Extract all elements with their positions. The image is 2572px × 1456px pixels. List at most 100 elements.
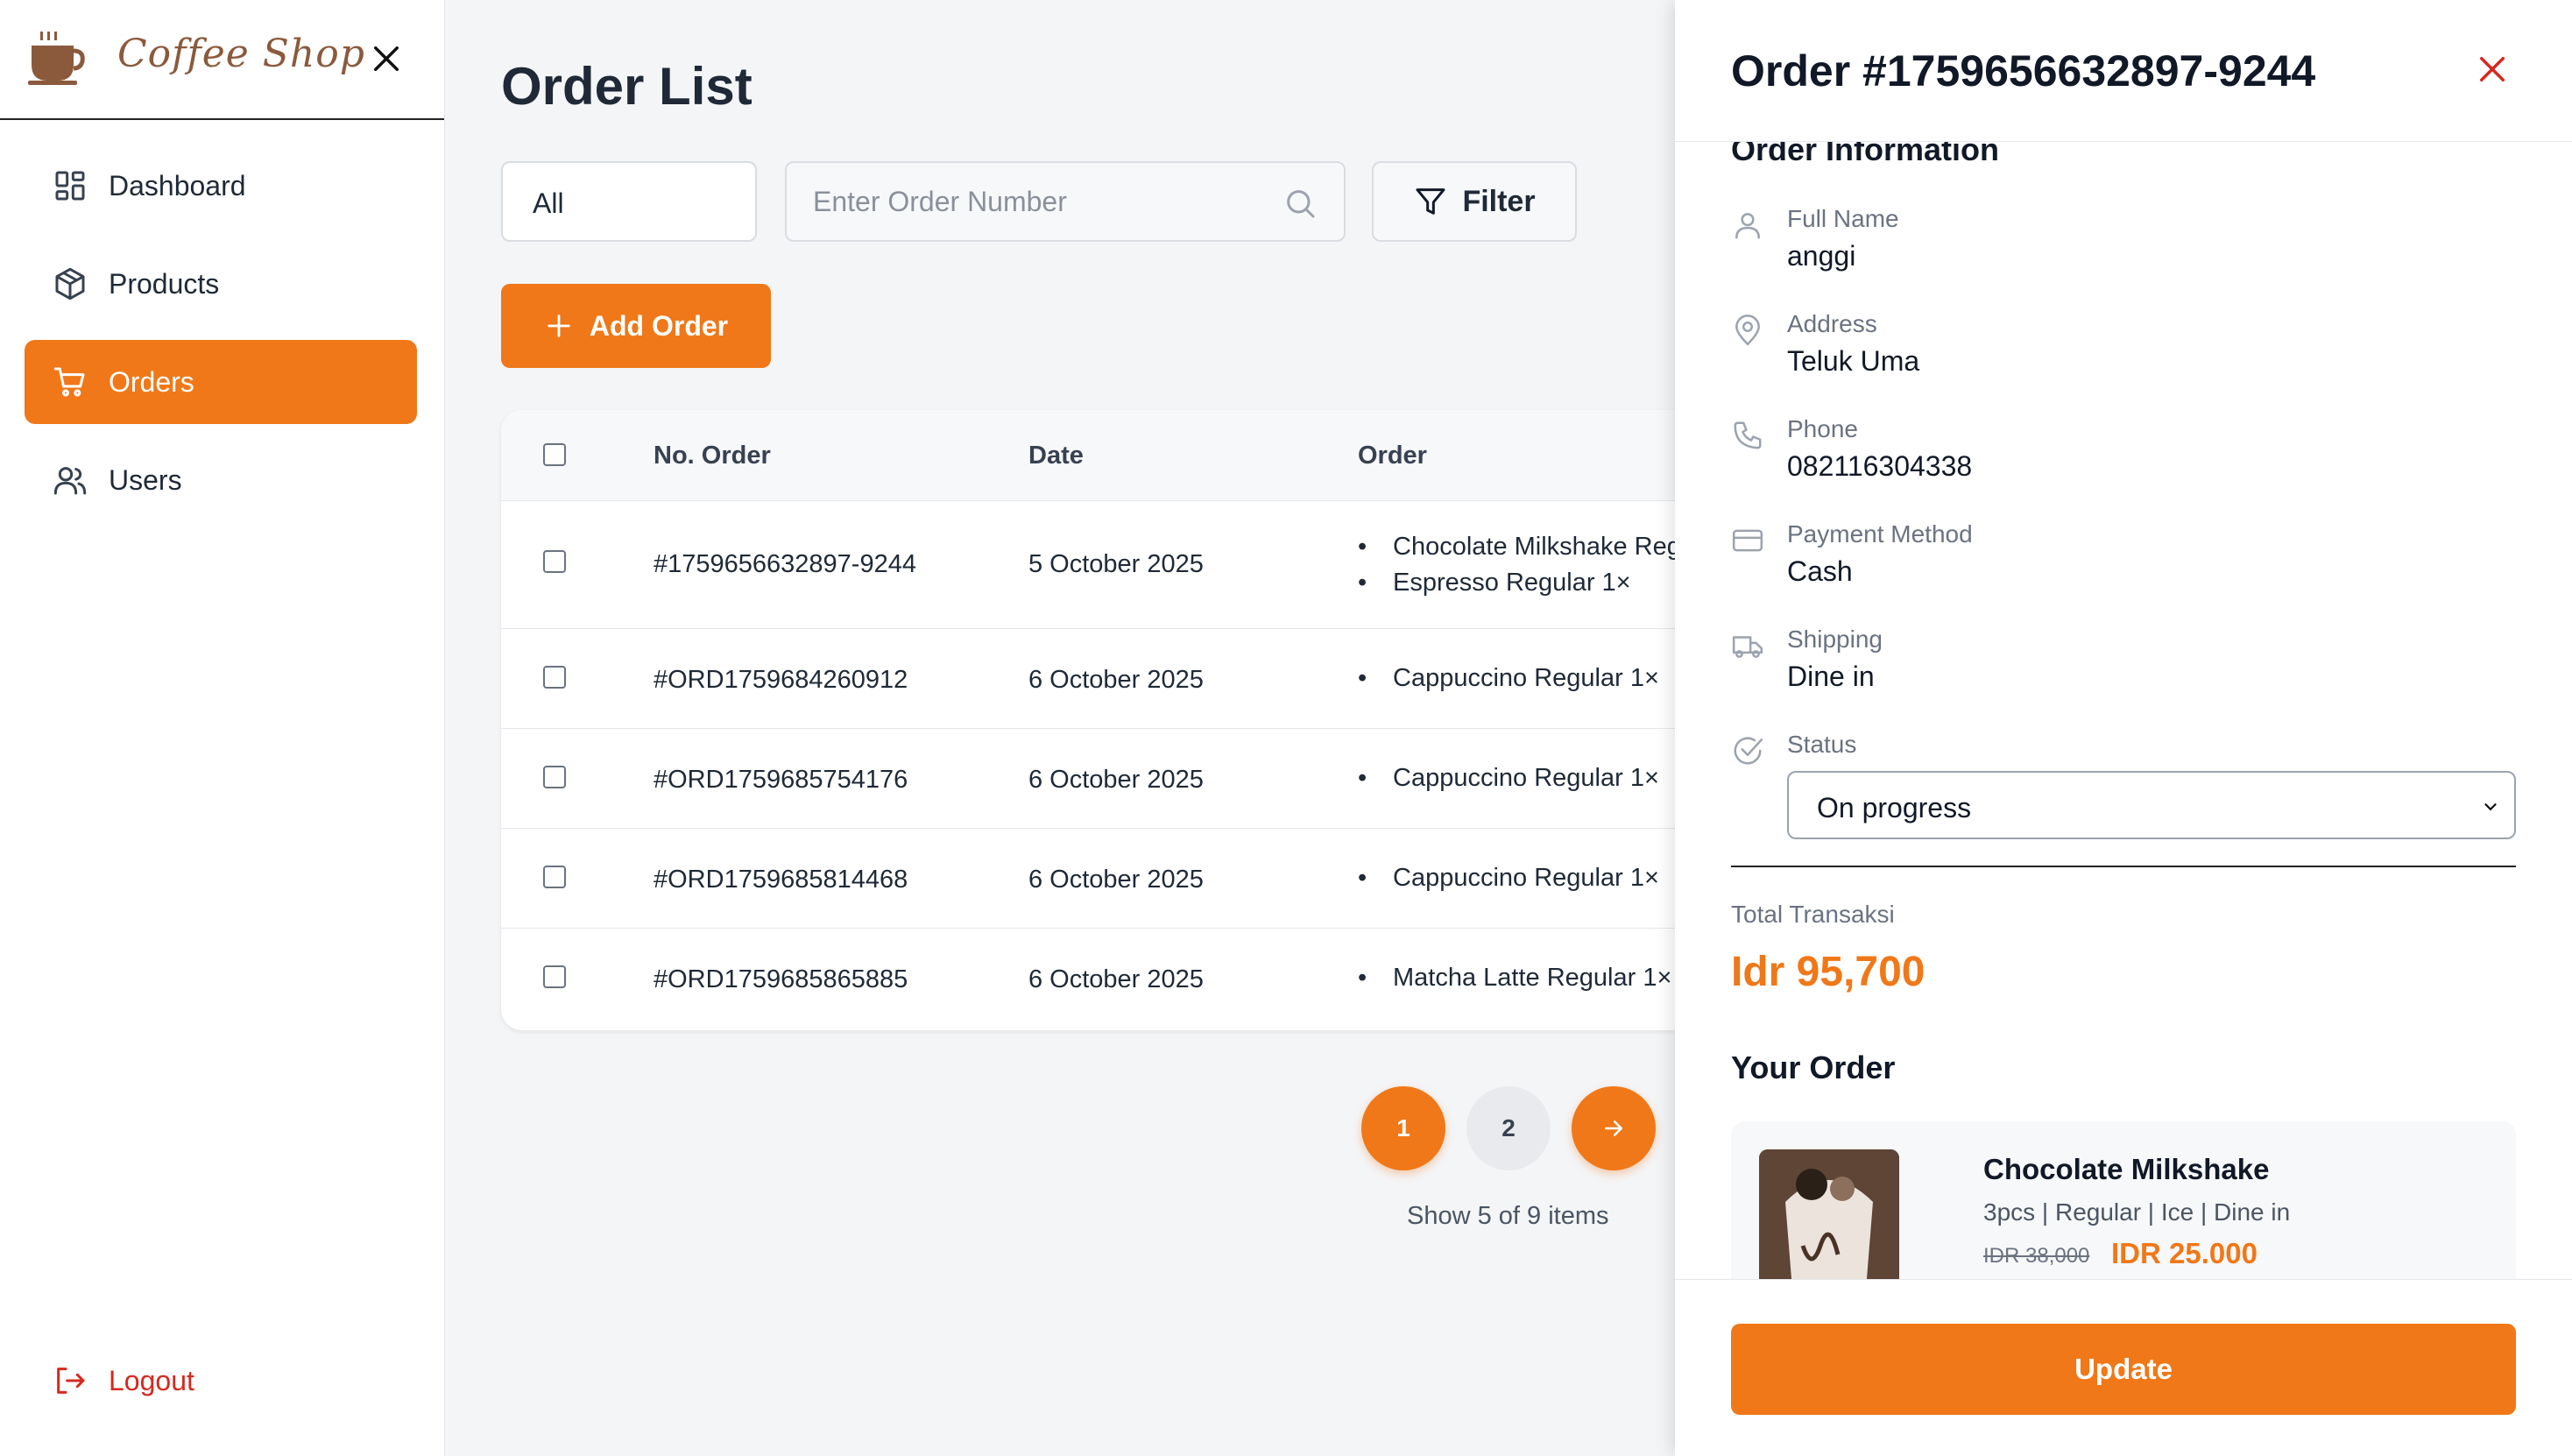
order-detail-panel: Order #1759656632897-9244 Order Informat… (1675, 0, 2572, 1456)
status-field: Status (1731, 731, 2519, 766)
order-number: #ORD1759684260912 (654, 666, 908, 694)
total-value: Idr 95,700 (1731, 949, 1925, 995)
close-icon[interactable] (2474, 51, 2511, 88)
row-checkbox[interactable] (543, 965, 566, 988)
order-item: Cappuccino Regular 1× (1358, 860, 1659, 896)
logout-icon (57, 1368, 85, 1394)
table-row[interactable]: #ORD1759685865885 6 October 2025 Matcha … (501, 929, 1728, 1028)
order-date: 6 October 2025 (1028, 965, 1204, 993)
field-value: Cash (1787, 555, 1853, 587)
sidebar-item-products[interactable]: Products (25, 242, 417, 326)
page-button-2[interactable]: 2 (1466, 1086, 1551, 1170)
sidebar-item-label: Products (109, 267, 220, 300)
order-items: Cappuccino Regular 1× (1358, 760, 1659, 796)
product-image (1759, 1149, 1899, 1279)
full-name-field: Full Name anggi (1731, 205, 2519, 284)
cart-icon (53, 367, 85, 397)
filter-button[interactable]: Filter (1372, 161, 1577, 242)
panel-body: Order Information Full Name anggi Addres… (1675, 142, 2572, 1279)
shipping-field: Shipping Dine in (1731, 626, 2519, 704)
order-item: Matcha Latte Regular 1× (1358, 960, 1671, 996)
item-price: IDR 25.000 (2111, 1237, 2258, 1269)
item-original-price: IDR 38,000 (1983, 1244, 2090, 1268)
order-number: #ORD1759685865885 (654, 965, 908, 993)
phone-icon (1734, 421, 1762, 449)
row-checkbox[interactable] (543, 766, 566, 788)
divider (1731, 866, 2516, 867)
item-name: Chocolate Milkshake (1983, 1153, 2270, 1185)
order-date: 6 October 2025 (1028, 866, 1204, 894)
table-row[interactable]: #ORD1759685814468 6 October 2025 Cappucc… (501, 829, 1728, 929)
table-header: No. Order Date Order (501, 410, 1728, 501)
page-button-1[interactable]: 1 (1361, 1086, 1445, 1170)
status-select-value: On progress (1817, 792, 1972, 823)
check-circle-icon (1734, 737, 1763, 765)
next-page-button[interactable] (1572, 1086, 1656, 1170)
order-item-card: Chocolate Milkshake 3pcs | Regular | Ice… (1731, 1121, 2516, 1279)
arrow-right-icon (1605, 1120, 1622, 1136)
main-content: Order List All Filter Add Order No. Orde… (445, 0, 1728, 1456)
row-checkbox[interactable] (543, 550, 566, 573)
table-row[interactable]: #ORD1759685754176 6 October 2025 Cappucc… (501, 729, 1728, 829)
item-details: 3pcs | Regular | Ice | Dine in (1983, 1198, 2291, 1226)
order-date: 6 October 2025 (1028, 666, 1204, 694)
order-items: Matcha Latte Regular 1× (1358, 960, 1671, 996)
add-order-button[interactable]: Add Order (501, 284, 771, 368)
column-header-order: Order (1358, 442, 1427, 470)
brand-logo-text: Coffee Shop (117, 32, 365, 76)
row-checkbox[interactable] (543, 866, 566, 888)
order-information-heading: Order Information (1731, 142, 2000, 167)
order-number: #ORD1759685754176 (654, 766, 908, 794)
sidebar-item-dashboard[interactable]: Dashboard (25, 144, 417, 228)
order-items: Cappuccino Regular 1× (1358, 860, 1659, 896)
sidebar-item-orders[interactable]: Orders (25, 340, 417, 424)
field-value: anggi (1787, 240, 1856, 272)
map-pin-icon (1735, 315, 1760, 346)
field-label: Status (1787, 731, 1857, 758)
sidebar-nav: Dashboard Products Orders Users (25, 144, 417, 536)
credit-card-icon (1732, 529, 1763, 552)
address-field: Address Teluk Uma (1731, 310, 2519, 389)
user-icon (1735, 213, 1760, 239)
logout-label: Logout (109, 1364, 194, 1396)
logout-button[interactable]: Logout (53, 1363, 194, 1398)
add-order-label: Add Order (589, 309, 729, 342)
sidebar-item-label: Users (109, 463, 182, 496)
panel-footer: Update (1675, 1279, 2572, 1456)
total-label: Total Transaksi (1731, 901, 1895, 928)
order-items: Cappuccino Regular 1× (1358, 661, 1659, 696)
order-item: Cappuccino Regular 1× (1358, 661, 1659, 696)
order-number: #1759656632897-9244 (654, 550, 916, 578)
field-label: Phone (1787, 415, 1858, 442)
search-input[interactable] (787, 163, 1344, 240)
table-row[interactable]: #1759656632897-9244 5 October 2025 Choco… (501, 501, 1728, 629)
filter-label: Filter (1462, 184, 1536, 218)
field-label: Full Name (1787, 205, 1899, 232)
payment-method-field: Payment Method Cash (1731, 520, 2519, 599)
field-label: Payment Method (1787, 520, 1973, 548)
funnel-icon (1416, 188, 1445, 215)
search-icon (1287, 190, 1315, 218)
field-label: Shipping (1787, 626, 1883, 653)
users-icon (53, 467, 87, 495)
table-row[interactable]: #ORD1759684260912 6 October 2025 Cappucc… (501, 629, 1728, 729)
panel-header: Order #1759656632897-9244 (1675, 0, 2572, 142)
close-sidebar-icon[interactable] (368, 40, 405, 77)
update-button[interactable]: Update (1731, 1324, 2516, 1415)
order-item: Cappuccino Regular 1× (1358, 760, 1659, 796)
coffee-cup-icon (28, 32, 85, 85)
sidebar-item-users[interactable]: Users (25, 438, 417, 522)
panel-title: Order #1759656632897-9244 (1731, 46, 2316, 95)
status-filter-select[interactable]: All (501, 161, 757, 242)
sidebar-header: Coffee Shop (0, 0, 444, 120)
sidebar: Coffee Shop Dashboard Products Orders Us… (0, 0, 445, 1456)
status-select[interactable]: On progress (1787, 771, 2516, 839)
your-order-heading: Your Order (1731, 1050, 1896, 1085)
pagination-info: Show 5 of 9 items (1407, 1202, 1609, 1230)
chevron-down-icon (2484, 803, 2497, 811)
field-value: Teluk Uma (1787, 345, 1920, 377)
column-header-no-order: No. Order (654, 442, 771, 470)
column-header-date: Date (1028, 442, 1084, 470)
select-all-checkbox[interactable] (543, 443, 566, 466)
row-checkbox[interactable] (543, 666, 566, 689)
